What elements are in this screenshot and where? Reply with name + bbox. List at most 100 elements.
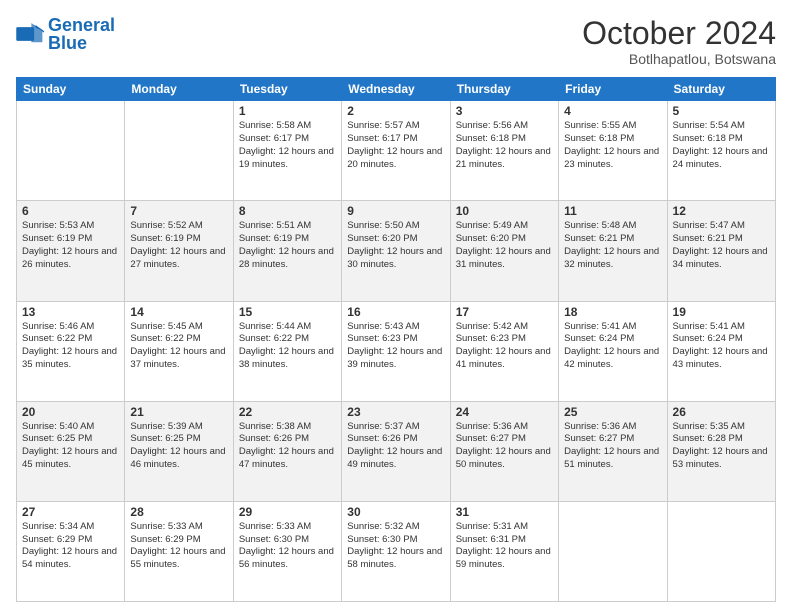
weekday-header-sunday: Sunday: [17, 78, 125, 101]
day-number: 26: [673, 405, 770, 419]
day-number: 18: [564, 305, 661, 319]
weekday-header-thursday: Thursday: [450, 78, 558, 101]
day-info: Sunrise: 5:52 AM Sunset: 6:19 PM Dayligh…: [130, 220, 227, 271]
day-info: Sunrise: 5:45 AM Sunset: 6:22 PM Dayligh…: [130, 321, 227, 372]
day-number: 28: [130, 505, 227, 519]
calendar-cell: 4 Sunrise: 5:55 AM Sunset: 6:18 PM Daylig…: [559, 101, 667, 201]
day-info: Sunrise: 5:37 AM Sunset: 6:26 PM Dayligh…: [347, 421, 444, 472]
day-number: 25: [564, 405, 661, 419]
calendar-cell: 25 Sunrise: 5:36 AM Sunset: 6:27 PM Dayli…: [559, 401, 667, 501]
page-header: GeneralBlue October 2024 Botlhapatlou, B…: [16, 16, 776, 67]
calendar-week-row: 1Sunrise: 5:58 AM Sunset: 6:17 PM Daylig…: [17, 101, 776, 201]
calendar-cell: 1Sunrise: 5:58 AM Sunset: 6:17 PM Daylig…: [233, 101, 341, 201]
day-number: 8: [239, 204, 336, 218]
calendar-cell: 29 Sunrise: 5:33 AM Sunset: 6:30 PM Dayli…: [233, 501, 341, 601]
calendar-cell: 14 Sunrise: 5:45 AM Sunset: 6:22 PM Dayli…: [125, 301, 233, 401]
calendar-cell: 6 Sunrise: 5:53 AM Sunset: 6:19 PM Daylig…: [17, 201, 125, 301]
day-info: Sunrise: 5:33 AM Sunset: 6:30 PM Dayligh…: [239, 521, 336, 572]
day-number: 29: [239, 505, 336, 519]
weekday-header-monday: Monday: [125, 78, 233, 101]
calendar-cell: 8Sunrise: 5:51 AM Sunset: 6:19 PM Daylig…: [233, 201, 341, 301]
day-number: 17: [456, 305, 553, 319]
day-info: Sunrise: 5:31 AM Sunset: 6:31 PM Dayligh…: [456, 521, 553, 572]
day-info: Sunrise: 5:49 AM Sunset: 6:20 PM Dayligh…: [456, 220, 553, 271]
day-info: Sunrise: 5:56 AM Sunset: 6:18 PM Dayligh…: [456, 120, 553, 171]
calendar-cell: 27 Sunrise: 5:34 AM Sunset: 6:29 PM Dayli…: [17, 501, 125, 601]
calendar-cell: 20 Sunrise: 5:40 AM Sunset: 6:25 PM Dayli…: [17, 401, 125, 501]
day-number: 20: [22, 405, 119, 419]
calendar-cell: [125, 101, 233, 201]
day-info: Sunrise: 5:44 AM Sunset: 6:22 PM Dayligh…: [239, 321, 336, 372]
day-info: Sunrise: 5:48 AM Sunset: 6:21 PM Dayligh…: [564, 220, 661, 271]
day-number: 27: [22, 505, 119, 519]
weekday-header-wednesday: Wednesday: [342, 78, 450, 101]
day-number: 23: [347, 405, 444, 419]
title-block: October 2024 Botlhapatlou, Botswana: [582, 16, 776, 67]
day-info: Sunrise: 5:39 AM Sunset: 6:25 PM Dayligh…: [130, 421, 227, 472]
day-number: 4: [564, 104, 661, 118]
weekday-header-saturday: Saturday: [667, 78, 775, 101]
location: Botlhapatlou, Botswana: [582, 51, 776, 67]
calendar-cell: 21Sunrise: 5:39 AM Sunset: 6:25 PM Dayli…: [125, 401, 233, 501]
day-number: 10: [456, 204, 553, 218]
day-info: Sunrise: 5:43 AM Sunset: 6:23 PM Dayligh…: [347, 321, 444, 372]
day-info: Sunrise: 5:32 AM Sunset: 6:30 PM Dayligh…: [347, 521, 444, 572]
day-number: 9: [347, 204, 444, 218]
day-info: Sunrise: 5:53 AM Sunset: 6:19 PM Dayligh…: [22, 220, 119, 271]
calendar-cell: 22 Sunrise: 5:38 AM Sunset: 6:26 PM Dayli…: [233, 401, 341, 501]
day-info: Sunrise: 5:46 AM Sunset: 6:22 PM Dayligh…: [22, 321, 119, 372]
day-number: 15: [239, 305, 336, 319]
calendar-cell: [667, 501, 775, 601]
calendar-table: SundayMondayTuesdayWednesdayThursdayFrid…: [16, 77, 776, 602]
calendar-cell: 9 Sunrise: 5:50 AM Sunset: 6:20 PM Daylig…: [342, 201, 450, 301]
day-info: Sunrise: 5:58 AM Sunset: 6:17 PM Dayligh…: [239, 120, 336, 171]
calendar-cell: 13Sunrise: 5:46 AM Sunset: 6:22 PM Dayli…: [17, 301, 125, 401]
day-number: 14: [130, 305, 227, 319]
calendar-cell: 7 Sunrise: 5:52 AM Sunset: 6:19 PM Daylig…: [125, 201, 233, 301]
day-info: Sunrise: 5:55 AM Sunset: 6:18 PM Dayligh…: [564, 120, 661, 171]
calendar-cell: 3 Sunrise: 5:56 AM Sunset: 6:18 PM Daylig…: [450, 101, 558, 201]
calendar-cell: 12Sunrise: 5:47 AM Sunset: 6:21 PM Dayli…: [667, 201, 775, 301]
day-number: 5: [673, 104, 770, 118]
weekday-header-row: SundayMondayTuesdayWednesdayThursdayFrid…: [17, 78, 776, 101]
day-info: Sunrise: 5:50 AM Sunset: 6:20 PM Dayligh…: [347, 220, 444, 271]
day-number: 7: [130, 204, 227, 218]
day-info: Sunrise: 5:47 AM Sunset: 6:21 PM Dayligh…: [673, 220, 770, 271]
day-info: Sunrise: 5:57 AM Sunset: 6:17 PM Dayligh…: [347, 120, 444, 171]
day-info: Sunrise: 5:38 AM Sunset: 6:26 PM Dayligh…: [239, 421, 336, 472]
calendar-cell: 30Sunrise: 5:32 AM Sunset: 6:30 PM Dayli…: [342, 501, 450, 601]
calendar-cell: [559, 501, 667, 601]
month-title: October 2024: [582, 16, 776, 51]
day-info: Sunrise: 5:41 AM Sunset: 6:24 PM Dayligh…: [564, 321, 661, 372]
calendar-cell: 23 Sunrise: 5:37 AM Sunset: 6:26 PM Dayli…: [342, 401, 450, 501]
day-info: Sunrise: 5:36 AM Sunset: 6:27 PM Dayligh…: [456, 421, 553, 472]
calendar-cell: 5 Sunrise: 5:54 AM Sunset: 6:18 PM Daylig…: [667, 101, 775, 201]
calendar-cell: [17, 101, 125, 201]
day-info: Sunrise: 5:34 AM Sunset: 6:29 PM Dayligh…: [22, 521, 119, 572]
calendar-cell: 17Sunrise: 5:42 AM Sunset: 6:23 PM Dayli…: [450, 301, 558, 401]
calendar-cell: 31 Sunrise: 5:31 AM Sunset: 6:31 PM Dayli…: [450, 501, 558, 601]
day-info: Sunrise: 5:33 AM Sunset: 6:29 PM Dayligh…: [130, 521, 227, 572]
day-info: Sunrise: 5:36 AM Sunset: 6:27 PM Dayligh…: [564, 421, 661, 472]
day-number: 3: [456, 104, 553, 118]
calendar-cell: 10 Sunrise: 5:49 AM Sunset: 6:20 PM Dayli…: [450, 201, 558, 301]
calendar-week-row: 13Sunrise: 5:46 AM Sunset: 6:22 PM Dayli…: [17, 301, 776, 401]
day-number: 6: [22, 204, 119, 218]
weekday-header-tuesday: Tuesday: [233, 78, 341, 101]
day-info: Sunrise: 5:40 AM Sunset: 6:25 PM Dayligh…: [22, 421, 119, 472]
logo-text: GeneralBlue: [48, 16, 115, 52]
day-number: 22: [239, 405, 336, 419]
day-info: Sunrise: 5:54 AM Sunset: 6:18 PM Dayligh…: [673, 120, 770, 171]
calendar-cell: 15 Sunrise: 5:44 AM Sunset: 6:22 PM Dayli…: [233, 301, 341, 401]
calendar-cell: 24Sunrise: 5:36 AM Sunset: 6:27 PM Dayli…: [450, 401, 558, 501]
weekday-header-friday: Friday: [559, 78, 667, 101]
calendar-cell: 19Sunrise: 5:41 AM Sunset: 6:24 PM Dayli…: [667, 301, 775, 401]
logo: GeneralBlue: [16, 16, 115, 52]
day-number: 19: [673, 305, 770, 319]
day-number: 31: [456, 505, 553, 519]
calendar-cell: 2Sunrise: 5:57 AM Sunset: 6:17 PM Daylig…: [342, 101, 450, 201]
calendar-week-row: 6 Sunrise: 5:53 AM Sunset: 6:19 PM Daylig…: [17, 201, 776, 301]
calendar-week-row: 27 Sunrise: 5:34 AM Sunset: 6:29 PM Dayli…: [17, 501, 776, 601]
calendar-cell: 26Sunrise: 5:35 AM Sunset: 6:28 PM Dayli…: [667, 401, 775, 501]
calendar-cell: 18 Sunrise: 5:41 AM Sunset: 6:24 PM Dayli…: [559, 301, 667, 401]
